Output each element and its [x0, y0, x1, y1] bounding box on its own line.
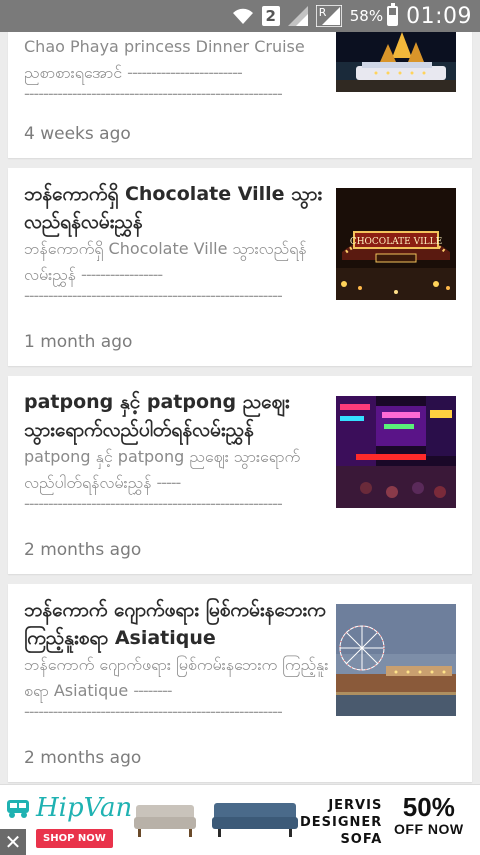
post-card[interactable]: patpong နှင့် patpong ညဈေး သွားရောက်လည်ပ…	[8, 376, 472, 574]
post-age: 2 months ago	[24, 748, 142, 768]
asiatique-ferris-wheel-photo[interactable]	[336, 604, 456, 716]
battery-percent: 58%	[349, 7, 384, 25]
chocolate-ville-photo[interactable]: CHOCOLATE VILLE	[336, 188, 456, 300]
sim-badge: 2	[261, 6, 280, 26]
post-text: ဘန်ကောက် ဂျောက်ဖရား မြစ်ကမ်းနဘေးက ကြည့်န…	[24, 596, 330, 720]
post-excerpt: patpong နှင့် patpong ညဈေး သွားရောက်လည်ပ…	[24, 447, 301, 492]
ad-headline: JERVIS DESIGNER SOFA	[300, 797, 382, 848]
battery-level	[389, 14, 397, 24]
status-bar: 2 R 58% 01:09	[0, 0, 480, 32]
hipvan-logo[interactable]: HipVan	[6, 793, 132, 823]
shop-now-button[interactable]: SHOP NOW	[36, 829, 113, 848]
excerpt-divider: ----------------------------------------…	[24, 496, 283, 512]
svg-text:CHOCOLATE VILLE: CHOCOLATE VILLE	[350, 237, 442, 247]
excerpt-divider: ----------------------------------------…	[24, 704, 283, 720]
post-title[interactable]: ဘန်ကောက်ရှိ Chocolate Ville သွားလည်ရန်လမ…	[24, 180, 330, 236]
roaming-signal-icon: R	[315, 5, 342, 27]
post-age: 1 month ago	[24, 332, 133, 352]
post-age: 4 weeks ago	[24, 124, 131, 144]
discount-label: OFF NOW	[394, 821, 464, 837]
post-excerpt: ဘန်ကောက်ရှိ Chocolate Ville သွားလည်ရန်လမ…	[24, 239, 307, 284]
close-ad-button[interactable]: ✕	[0, 829, 26, 855]
discount-value: 50%	[402, 792, 455, 822]
signal-icon	[287, 6, 308, 26]
post-title[interactable]: ဘန်ကောက် ဂျောက်ဖရား မြစ်ကမ်းနဘေးက ကြည့်န…	[24, 596, 330, 652]
discount: 50% OFF NOW	[394, 793, 464, 837]
van-icon	[7, 800, 29, 818]
post-excerpt: Chao Phaya princess Dinner Cruise ညစာစား…	[24, 37, 305, 82]
brand-name: HipVan	[36, 793, 133, 823]
roaming-badge: R	[318, 6, 327, 19]
post-card[interactable]: ဘန်ကောက် ဂျောက်ဖရား မြစ်ကမ်းနဘေးက ကြည့်န…	[8, 584, 472, 782]
battery-icon	[387, 3, 399, 26]
post-text: ဘန်ကောက်ရှိ Chocolate Ville သွားလည်ရန်လမ…	[24, 180, 330, 304]
post-excerpt: ဘန်ကောက် ဂျောက်ဖရား မြစ်ကမ်းနဘေးက ကြည့်န…	[24, 655, 329, 700]
ad-banner[interactable]: HipVan SHOP NOW JERVIS DESIGNER SOFA 50%…	[0, 784, 480, 855]
sofa-image	[132, 799, 198, 843]
patpong-neon-photo[interactable]	[336, 396, 456, 508]
ad-line: JERVIS	[328, 798, 383, 813]
sofa-image	[210, 799, 300, 843]
ad-line: DESIGNER	[300, 815, 383, 830]
post-card[interactable]: ဘန်ကောက်ရှိ Chocolate Ville သွားလည်ရန်လမ…	[8, 168, 472, 366]
clock: 01:09	[406, 3, 472, 29]
wifi-icon	[232, 7, 254, 25]
post-text: Chao Phaya princess Dinner Cruise ညစာစား…	[24, 34, 330, 102]
excerpt-divider: ----------------------------------------…	[24, 288, 283, 304]
post-text: patpong နှင့် patpong ညဈေး သွားရောက်လည်ပ…	[24, 388, 330, 512]
post-age: 2 months ago	[24, 540, 142, 560]
post-title[interactable]: patpong နှင့် patpong ညဈေး သွားရောက်လည်ပ…	[24, 388, 330, 444]
excerpt-divider: ----------------------------------------…	[24, 86, 283, 102]
ad-line: SOFA	[340, 832, 383, 847]
